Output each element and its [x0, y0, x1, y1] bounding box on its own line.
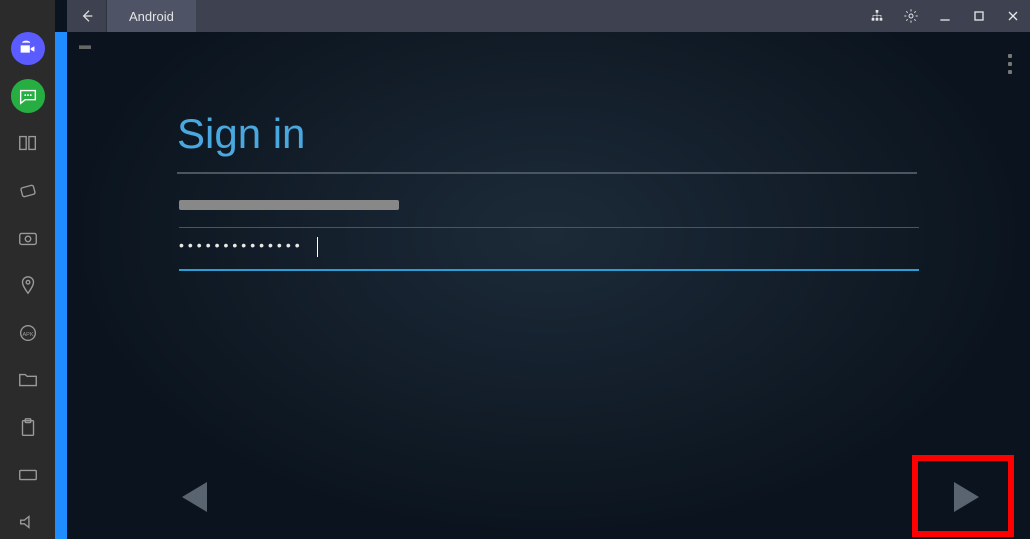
password-input[interactable] [179, 237, 919, 257]
password-field-row[interactable] [179, 237, 919, 269]
chat-icon [17, 85, 39, 107]
sidebar-camera-hotspot[interactable] [11, 32, 45, 65]
left-sidebar: APK [0, 0, 55, 539]
heading-divider [177, 172, 917, 174]
sidebar-rotate[interactable] [11, 174, 45, 207]
sidebar-volume[interactable] [11, 506, 45, 539]
titlebar-network[interactable] [860, 0, 894, 32]
titlebar-spacer [196, 0, 860, 32]
content-area: ▬ Sign in [67, 32, 1030, 539]
camera-outline-icon [17, 227, 39, 249]
tab-android[interactable]: Android [107, 0, 196, 32]
sidebar-screenshot[interactable] [11, 221, 45, 254]
titlebar-maximize[interactable] [962, 0, 996, 32]
password-underline [179, 269, 919, 271]
sidebar-multiwindow[interactable] [11, 127, 45, 160]
arrow-left-icon [79, 8, 95, 24]
clipboard-icon [17, 417, 39, 439]
email-underline [179, 227, 919, 228]
nav-forward-button[interactable] [934, 467, 994, 527]
multiwindow-icon [17, 132, 39, 154]
titlebar-back[interactable] [67, 0, 107, 32]
sidebar-folder[interactable] [11, 364, 45, 397]
signin-heading: Sign in [177, 110, 305, 158]
camera-icon [17, 38, 39, 60]
maximize-icon [971, 8, 987, 24]
triangle-right-icon [944, 477, 984, 517]
network-icon [869, 8, 885, 24]
volume-icon [17, 511, 39, 533]
titlebar-minimize[interactable] [928, 0, 962, 32]
nav-back-button[interactable] [167, 467, 227, 527]
blue-strip [55, 32, 67, 539]
keyboard-icon [17, 464, 39, 486]
apk-icon: APK [17, 322, 39, 344]
folder-icon [17, 369, 39, 391]
titlebar-settings[interactable] [894, 0, 928, 32]
close-icon [1005, 8, 1021, 24]
sidebar-clipboard[interactable] [11, 411, 45, 444]
tab-label: Android [129, 9, 174, 24]
gear-icon [903, 8, 919, 24]
svg-text:APK: APK [22, 332, 33, 338]
sidebar-keyboard[interactable] [11, 458, 45, 491]
email-field-row[interactable] [179, 192, 919, 222]
minimize-icon [937, 8, 953, 24]
rotate-icon [17, 180, 39, 202]
status-battery-icon: ▬ [79, 38, 91, 52]
overflow-menu[interactable] [1008, 54, 1012, 74]
text-cursor [317, 237, 318, 257]
titlebar: Android [67, 0, 1030, 32]
location-icon [17, 274, 39, 296]
titlebar-close[interactable] [996, 0, 1030, 32]
triangle-left-icon [177, 477, 217, 517]
email-value-masked [179, 200, 399, 210]
sidebar-location[interactable] [11, 269, 45, 302]
sidebar-apk[interactable]: APK [11, 316, 45, 349]
sidebar-chat[interactable] [11, 79, 45, 112]
